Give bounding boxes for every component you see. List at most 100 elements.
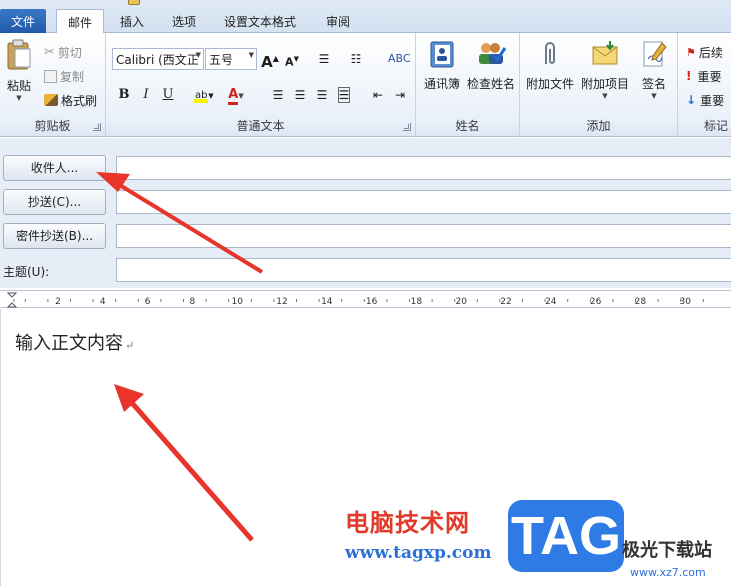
- cut-label: 剪切: [57, 45, 82, 60]
- high-importance-label: 重要: [697, 69, 722, 84]
- body-text: 输入正文内容 ↵: [15, 329, 134, 355]
- low-importance-button[interactable]: ↓ 重要: [686, 90, 724, 110]
- watermark-brand: 极光下载站: [622, 540, 712, 561]
- tab-review[interactable]: 审阅: [316, 9, 360, 33]
- quick-access-icon[interactable]: [128, 0, 140, 5]
- clipboard-group-label: 剪贴板: [34, 119, 71, 133]
- subject-field[interactable]: [116, 258, 731, 282]
- watermark-brand-url: www.xz7.com: [630, 566, 706, 579]
- bcc-button[interactable]: 密件抄送(B)...: [3, 223, 106, 249]
- font-name-select[interactable]: Calibri (西文正 ▼: [112, 48, 204, 70]
- attach-file-button[interactable]: 附加文件: [524, 39, 576, 92]
- font-name-value: Calibri (西文正: [116, 53, 199, 67]
- format-painter-button[interactable]: 格式刷: [44, 90, 97, 110]
- chevron-down-icon: ▼: [602, 92, 608, 100]
- ruler-tick-label: 30: [679, 297, 691, 307]
- font-size-select[interactable]: 五号 ▼: [205, 48, 257, 70]
- ruler-graphic: 2 4 6 8 10 12 14 16 18 20 22 24 26 28 30: [6, 292, 704, 308]
- ruler-tick-label: 6: [145, 297, 151, 307]
- tags-group-label: 标记: [704, 119, 729, 133]
- cc-field[interactable]: [116, 190, 731, 214]
- address-book-label: 通讯簿: [423, 77, 460, 91]
- font-color-button[interactable]: A▼: [222, 85, 250, 105]
- paste-button[interactable]: 粘贴 ▼: [2, 39, 36, 102]
- highlight-button[interactable]: ab▼: [190, 85, 218, 105]
- exclamation-icon: !: [686, 69, 692, 83]
- shrink-font-button[interactable]: A▼: [282, 49, 302, 69]
- basic-text-group: Calibri (西文正 ▼ 五号 ▼ A▲ A▼ ☰ ☷ ABC B I U …: [106, 33, 416, 137]
- attach-item-button[interactable]: 附加项目 ▼: [578, 39, 632, 100]
- envelope-icon: [592, 41, 618, 65]
- italic-button[interactable]: I: [136, 85, 156, 105]
- align-right-icon: ☰: [316, 88, 328, 102]
- paragraph-mark: ↵: [125, 339, 135, 352]
- increase-indent-button[interactable]: ⇥: [390, 85, 410, 105]
- ruler-tick-label: 12: [276, 297, 287, 307]
- bold-button[interactable]: B: [114, 85, 134, 105]
- arrow-down-icon: ↓: [686, 93, 697, 107]
- ruler-tick-label: 28: [635, 297, 647, 307]
- low-importance-label: 重要: [700, 93, 725, 108]
- tags-group: ⚑ 后续 ! 重要 ↓ 重要 标记: [678, 33, 731, 137]
- ruler-tick-label: 2: [55, 297, 61, 307]
- to-button[interactable]: 收件人...: [3, 155, 106, 181]
- quick-access-icon-2[interactable]: [148, 0, 158, 3]
- check-names-button[interactable]: 检查姓名: [464, 39, 518, 92]
- address-book-button[interactable]: 通讯簿: [420, 39, 464, 92]
- copy-label: 复制: [60, 69, 85, 84]
- attach-file-label: 附加文件: [525, 77, 574, 91]
- brush-icon: [44, 94, 58, 106]
- ruler-tick-label: 4: [100, 297, 106, 307]
- styles-button[interactable]: ABC: [388, 49, 411, 69]
- clipboard-launcher-icon[interactable]: [93, 123, 101, 131]
- cut-button[interactable]: ✂ 剪切: [44, 42, 82, 62]
- ribbon: 粘贴 ▼ ✂ 剪切 复制 格式刷 剪贴板 Calibri (西文正 ▼ 五号 ▼…: [0, 33, 731, 137]
- signature-button[interactable]: 签名 ▼: [634, 39, 674, 100]
- copy-icon: [44, 69, 57, 83]
- flag-icon: ⚑: [686, 45, 696, 59]
- numbering-button[interactable]: ☷: [346, 49, 366, 69]
- basic-text-launcher-icon[interactable]: [403, 123, 411, 131]
- ruler-tick-label: 20: [455, 297, 467, 307]
- paperclip-icon: [545, 42, 555, 64]
- ruler-tick-label: 18: [411, 297, 423, 307]
- align-left-button[interactable]: ☰: [268, 85, 288, 105]
- bcc-field[interactable]: [116, 224, 731, 248]
- grow-font-button[interactable]: A▲: [260, 49, 280, 71]
- to-field[interactable]: [116, 156, 731, 180]
- chevron-down-icon: ▼: [651, 92, 657, 100]
- underline-button[interactable]: U: [158, 85, 178, 105]
- align-center-button[interactable]: ☰: [290, 85, 310, 105]
- signature-icon: [643, 41, 667, 67]
- ruler-tick-label: 8: [190, 297, 196, 307]
- tab-mail[interactable]: 邮件: [56, 9, 104, 34]
- scissors-icon: ✂: [44, 44, 55, 60]
- paste-label: 粘贴: [6, 79, 31, 93]
- high-importance-button[interactable]: ! 重要: [686, 66, 722, 86]
- tab-format-text[interactable]: 设置文本格式: [212, 9, 308, 33]
- shrink-font-icon: A: [285, 55, 294, 69]
- tab-insert[interactable]: 插入: [110, 9, 154, 33]
- decrease-indent-button[interactable]: ⇤: [368, 85, 388, 105]
- follow-up-label: 后续: [698, 45, 723, 60]
- tab-file[interactable]: 文件: [0, 9, 46, 33]
- cc-button[interactable]: 抄送(C)...: [3, 189, 106, 215]
- bullets-button[interactable]: ☰: [314, 49, 334, 69]
- include-group: 附加文件 附加项目 ▼ 签名 ▼ 添加: [520, 33, 678, 137]
- ruler-tick-label: 10: [231, 297, 243, 307]
- ruler-tick-label: 14: [321, 297, 333, 307]
- follow-up-button[interactable]: ⚑ 后续: [686, 42, 723, 62]
- address-pane: 收件人... 抄送(C)... 密件抄送(B)... 主题(U):: [0, 138, 731, 288]
- align-left-icon: ☰: [272, 88, 284, 102]
- ruler[interactable]: 2 4 6 8 10 12 14 16 18 20 22 24 26 28 30: [0, 290, 731, 308]
- include-group-label: 添加: [586, 119, 611, 133]
- copy-button[interactable]: 复制: [44, 66, 84, 86]
- tab-options[interactable]: 选项: [162, 9, 206, 33]
- ruler-tick-label: 26: [590, 297, 602, 307]
- chevron-down-icon: ▼: [248, 51, 254, 59]
- font-size-value: 五号: [209, 53, 234, 67]
- justify-button[interactable]: ☰: [334, 85, 354, 105]
- signature-label: 签名: [641, 77, 666, 91]
- grow-font-icon: A: [261, 53, 273, 71]
- align-right-button[interactable]: ☰: [312, 85, 332, 105]
